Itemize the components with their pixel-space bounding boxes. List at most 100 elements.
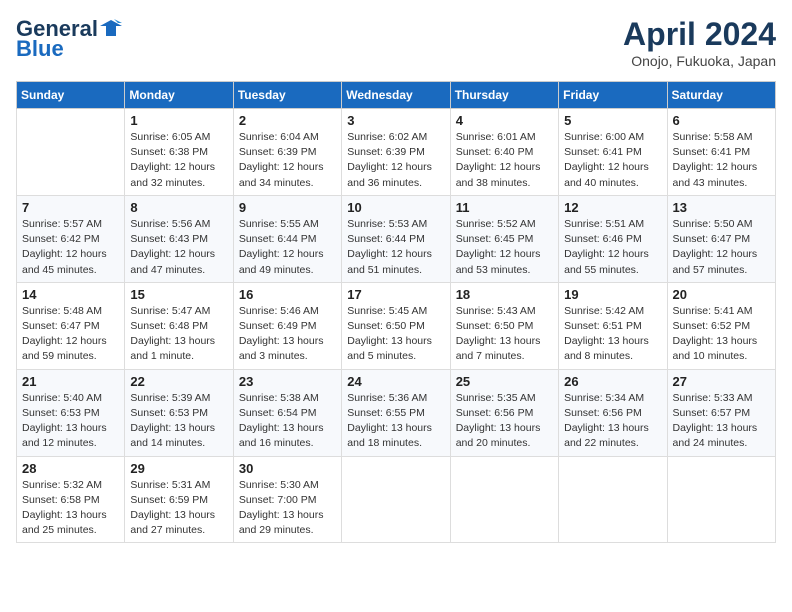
calendar-cell: 11 Sunrise: 5:52 AM Sunset: 6:45 PM Dayli…: [450, 195, 558, 282]
calendar-cell: [450, 456, 558, 543]
col-header-monday: Monday: [125, 82, 233, 109]
calendar-cell: 6 Sunrise: 5:58 AM Sunset: 6:41 PM Daylig…: [667, 109, 775, 196]
calendar-cell: 29 Sunrise: 5:31 AM Sunset: 6:59 PM Dayli…: [125, 456, 233, 543]
calendar-cell: 2 Sunrise: 6:04 AM Sunset: 6:39 PM Daylig…: [233, 109, 341, 196]
calendar-cell: 4Sunrise: 6:01 AM Sunset: 6:40 PM Daylig…: [450, 109, 558, 196]
day-number: 11: [456, 200, 553, 215]
day-info: Sunrise: 5:39 AM Sunset: 6:53 PM Dayligh…: [130, 391, 227, 452]
calendar-cell: 28Sunrise: 5:32 AM Sunset: 6:58 PM Dayli…: [17, 456, 125, 543]
header: General Blue April 2024 Onojo, Fukuoka, …: [16, 16, 776, 69]
day-info: Sunrise: 5:40 AM Sunset: 6:53 PM Dayligh…: [22, 391, 119, 452]
day-number: 29: [130, 461, 227, 476]
location-subtitle: Onojo, Fukuoka, Japan: [623, 53, 776, 69]
day-info: Sunrise: 5:36 AM Sunset: 6:55 PM Dayligh…: [347, 391, 444, 452]
month-title: April 2024: [623, 16, 776, 53]
day-number: 20: [673, 287, 770, 302]
calendar-cell: 13 Sunrise: 5:50 AM Sunset: 6:47 PM Dayli…: [667, 195, 775, 282]
calendar-cell: 30Sunrise: 5:30 AM Sunset: 7:00 PM Dayli…: [233, 456, 341, 543]
calendar-cell: 21 Sunrise: 5:40 AM Sunset: 6:53 PM Dayli…: [17, 369, 125, 456]
day-info: Sunrise: 5:53 AM Sunset: 6:44 PM Dayligh…: [347, 217, 444, 278]
calendar-cell: 22 Sunrise: 5:39 AM Sunset: 6:53 PM Dayli…: [125, 369, 233, 456]
day-number: 28: [22, 461, 119, 476]
day-info: Sunrise: 5:43 AM Sunset: 6:50 PM Dayligh…: [456, 304, 553, 365]
day-number: 14: [22, 287, 119, 302]
calendar-cell: 3 Sunrise: 6:02 AM Sunset: 6:39 PM Daylig…: [342, 109, 450, 196]
calendar-body: 1Sunrise: 6:05 AM Sunset: 6:38 PM Daylig…: [17, 109, 776, 543]
day-info: Sunrise: 5:38 AM Sunset: 6:54 PM Dayligh…: [239, 391, 336, 452]
day-info: Sunrise: 5:46 AM Sunset: 6:49 PM Dayligh…: [239, 304, 336, 365]
day-info: Sunrise: 5:31 AM Sunset: 6:59 PM Dayligh…: [130, 478, 227, 539]
day-number: 3: [347, 113, 444, 128]
calendar-cell: 5 Sunrise: 6:00 AM Sunset: 6:41 PM Daylig…: [559, 109, 667, 196]
day-info: Sunrise: 5:47 AM Sunset: 6:48 PM Dayligh…: [130, 304, 227, 365]
day-number: 22: [130, 374, 227, 389]
day-info: Sunrise: 5:58 AM Sunset: 6:41 PM Dayligh…: [673, 130, 770, 191]
logo: General Blue: [16, 16, 122, 62]
day-number: 17: [347, 287, 444, 302]
calendar-cell: [667, 456, 775, 543]
day-info: Sunrise: 5:48 AM Sunset: 6:47 PM Dayligh…: [22, 304, 119, 365]
week-row-1: 7 Sunrise: 5:57 AM Sunset: 6:42 PM Daylig…: [17, 195, 776, 282]
calendar-cell: 18 Sunrise: 5:43 AM Sunset: 6:50 PM Dayli…: [450, 282, 558, 369]
day-number: 9: [239, 200, 336, 215]
day-number: 2: [239, 113, 336, 128]
day-info: Sunrise: 5:56 AM Sunset: 6:43 PM Dayligh…: [130, 217, 227, 278]
calendar-cell: 16Sunrise: 5:46 AM Sunset: 6:49 PM Dayli…: [233, 282, 341, 369]
calendar-cell: 23Sunrise: 5:38 AM Sunset: 6:54 PM Dayli…: [233, 369, 341, 456]
week-row-2: 14 Sunrise: 5:48 AM Sunset: 6:47 PM Dayli…: [17, 282, 776, 369]
calendar-cell: 24 Sunrise: 5:36 AM Sunset: 6:55 PM Dayli…: [342, 369, 450, 456]
calendar-cell: 14 Sunrise: 5:48 AM Sunset: 6:47 PM Dayli…: [17, 282, 125, 369]
calendar-cell: 27 Sunrise: 5:33 AM Sunset: 6:57 PM Dayli…: [667, 369, 775, 456]
day-info: Sunrise: 5:42 AM Sunset: 6:51 PM Dayligh…: [564, 304, 661, 365]
header-row: SundayMondayTuesdayWednesdayThursdayFrid…: [17, 82, 776, 109]
day-number: 6: [673, 113, 770, 128]
day-number: 18: [456, 287, 553, 302]
day-info: Sunrise: 5:51 AM Sunset: 6:46 PM Dayligh…: [564, 217, 661, 278]
calendar-cell: 26Sunrise: 5:34 AM Sunset: 6:56 PM Dayli…: [559, 369, 667, 456]
day-info: Sunrise: 5:50 AM Sunset: 6:47 PM Dayligh…: [673, 217, 770, 278]
day-info: Sunrise: 5:30 AM Sunset: 7:00 PM Dayligh…: [239, 478, 336, 539]
day-number: 27: [673, 374, 770, 389]
calendar-cell: 7 Sunrise: 5:57 AM Sunset: 6:42 PM Daylig…: [17, 195, 125, 282]
day-number: 5: [564, 113, 661, 128]
day-number: 15: [130, 287, 227, 302]
day-info: Sunrise: 6:04 AM Sunset: 6:39 PM Dayligh…: [239, 130, 336, 191]
calendar-cell: 20 Sunrise: 5:41 AM Sunset: 6:52 PM Dayli…: [667, 282, 775, 369]
day-number: 10: [347, 200, 444, 215]
day-info: Sunrise: 5:55 AM Sunset: 6:44 PM Dayligh…: [239, 217, 336, 278]
day-number: 7: [22, 200, 119, 215]
calendar-table: SundayMondayTuesdayWednesdayThursdayFrid…: [16, 81, 776, 543]
col-header-friday: Friday: [559, 82, 667, 109]
day-number: 8: [130, 200, 227, 215]
day-number: 4: [456, 113, 553, 128]
calendar-cell: [17, 109, 125, 196]
week-row-4: 28Sunrise: 5:32 AM Sunset: 6:58 PM Dayli…: [17, 456, 776, 543]
col-header-sunday: Sunday: [17, 82, 125, 109]
calendar-cell: 1Sunrise: 6:05 AM Sunset: 6:38 PM Daylig…: [125, 109, 233, 196]
calendar-cell: 15 Sunrise: 5:47 AM Sunset: 6:48 PM Dayli…: [125, 282, 233, 369]
calendar-cell: 12 Sunrise: 5:51 AM Sunset: 6:46 PM Dayli…: [559, 195, 667, 282]
day-number: 12: [564, 200, 661, 215]
day-number: 24: [347, 374, 444, 389]
day-info: Sunrise: 6:02 AM Sunset: 6:39 PM Dayligh…: [347, 130, 444, 191]
day-info: Sunrise: 5:34 AM Sunset: 6:56 PM Dayligh…: [564, 391, 661, 452]
day-info: Sunrise: 6:00 AM Sunset: 6:41 PM Dayligh…: [564, 130, 661, 191]
logo-blue: Blue: [16, 36, 64, 62]
day-number: 25: [456, 374, 553, 389]
day-info: Sunrise: 5:33 AM Sunset: 6:57 PM Dayligh…: [673, 391, 770, 452]
calendar-cell: 19 Sunrise: 5:42 AM Sunset: 6:51 PM Dayli…: [559, 282, 667, 369]
calendar-header: SundayMondayTuesdayWednesdayThursdayFrid…: [17, 82, 776, 109]
day-number: 21: [22, 374, 119, 389]
col-header-wednesday: Wednesday: [342, 82, 450, 109]
day-info: Sunrise: 5:41 AM Sunset: 6:52 PM Dayligh…: [673, 304, 770, 365]
day-info: Sunrise: 5:57 AM Sunset: 6:42 PM Dayligh…: [22, 217, 119, 278]
day-info: Sunrise: 5:35 AM Sunset: 6:56 PM Dayligh…: [456, 391, 553, 452]
day-number: 19: [564, 287, 661, 302]
day-number: 13: [673, 200, 770, 215]
day-number: 1: [130, 113, 227, 128]
calendar-cell: 10 Sunrise: 5:53 AM Sunset: 6:44 PM Dayli…: [342, 195, 450, 282]
calendar-cell: [342, 456, 450, 543]
day-info: Sunrise: 5:52 AM Sunset: 6:45 PM Dayligh…: [456, 217, 553, 278]
title-area: April 2024 Onojo, Fukuoka, Japan: [623, 16, 776, 69]
logo-bird-icon: [100, 18, 122, 36]
